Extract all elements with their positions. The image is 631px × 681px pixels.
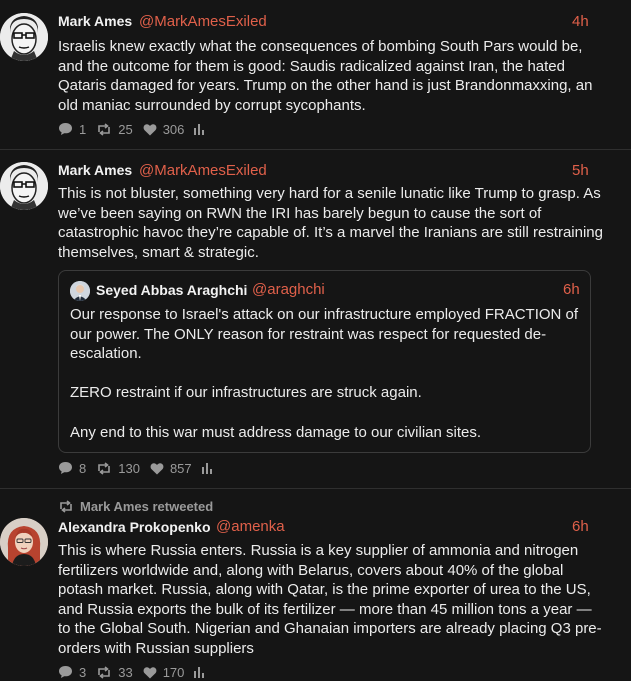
stats-button[interactable] <box>194 123 210 135</box>
post-time[interactable]: 6h <box>572 518 589 535</box>
post-text: This is not bluster, something very hard… <box>58 185 603 261</box>
repost-button[interactable]: 33 <box>96 664 133 680</box>
post-time[interactable]: 4h <box>572 13 589 30</box>
reply-icon <box>59 666 72 678</box>
like-button[interactable]: 857 <box>150 461 192 476</box>
repost-count: 130 <box>118 460 140 476</box>
like-count: 857 <box>169 460 192 476</box>
post-actions: 1 25 306 <box>58 121 220 137</box>
avatar[interactable] <box>0 518 48 566</box>
post-divider <box>0 488 631 489</box>
retweeted-by-label[interactable]: Mark Ames retweeted <box>58 499 213 514</box>
post-time[interactable]: 5h <box>572 162 589 179</box>
retweeted-by-text: Mark Ames retweeted <box>80 499 214 514</box>
quoted-author-name[interactable]: Seyed Abbas Araghchi <box>96 282 247 298</box>
reply-button[interactable]: 3 <box>58 665 86 680</box>
heart-icon <box>143 123 157 135</box>
repost-count: 25 <box>118 121 133 137</box>
bar-chart-icon <box>201 462 212 474</box>
like-button[interactable]: 170 <box>143 664 185 680</box>
author-handle[interactable]: @amenka <box>216 518 285 535</box>
avatar-mark-ames-icon <box>0 162 48 210</box>
repost-count: 33 <box>118 664 133 680</box>
post-actions: 3 33 170 <box>58 664 220 680</box>
post-text: This is where Russia enters. Russia is a… <box>58 542 602 657</box>
repost-icon <box>98 122 111 136</box>
avatar[interactable] <box>70 281 90 301</box>
reply-icon <box>59 123 72 135</box>
repost-button[interactable]: 25 <box>96 121 133 137</box>
quoted-author-handle[interactable]: @araghchi <box>252 281 325 298</box>
reply-button[interactable]: 1 <box>58 122 86 137</box>
reply-count: 3 <box>79 664 87 680</box>
like-button[interactable]: 306 <box>143 121 185 137</box>
repost-icon <box>98 665 111 679</box>
avatar-araghchi-icon <box>70 281 90 301</box>
bar-chart-icon <box>194 123 205 135</box>
heart-icon <box>150 462 164 474</box>
heart-icon <box>143 666 157 678</box>
like-count: 170 <box>162 664 185 680</box>
quoted-post-time[interactable]: 6h <box>563 281 580 298</box>
quoted-post-text: Our response to Israel's attack on our i… <box>70 306 579 441</box>
stats-button[interactable] <box>194 666 210 678</box>
author-handle[interactable]: @MarkAmesExiled <box>139 162 267 179</box>
reply-count: 8 <box>79 460 87 476</box>
stats-button[interactable] <box>201 462 218 474</box>
repost-icon <box>60 500 72 513</box>
reply-button[interactable]: 8 <box>58 461 86 476</box>
avatar[interactable] <box>0 162 48 210</box>
repost-button[interactable]: 130 <box>96 461 140 476</box>
author-name[interactable]: Mark Ames <box>58 13 132 29</box>
like-count: 306 <box>162 121 185 137</box>
reply-icon <box>59 462 72 474</box>
avatar-mark-ames-icon <box>0 13 48 61</box>
author-name[interactable]: Mark Ames <box>58 162 132 178</box>
quoted-post[interactable]: Seyed Abbas Araghchi @araghchi 6h Our re… <box>58 270 591 453</box>
author-name[interactable]: Alexandra Prokopenko <box>58 519 211 535</box>
bar-chart-icon <box>194 666 205 678</box>
avatar[interactable] <box>0 13 48 61</box>
post-actions: 8 130 857 <box>58 460 228 476</box>
reply-count: 1 <box>79 121 87 137</box>
repost-icon <box>98 461 111 475</box>
post-text: Israelis knew exactly what the consequen… <box>58 38 593 114</box>
timeline-feed: Mark Ames @MarkAmesExiled 4h Israelis kn… <box>0 0 631 681</box>
author-handle[interactable]: @MarkAmesExiled <box>139 13 267 30</box>
avatar-prokopenko-icon <box>0 518 48 566</box>
post-divider <box>0 149 631 150</box>
